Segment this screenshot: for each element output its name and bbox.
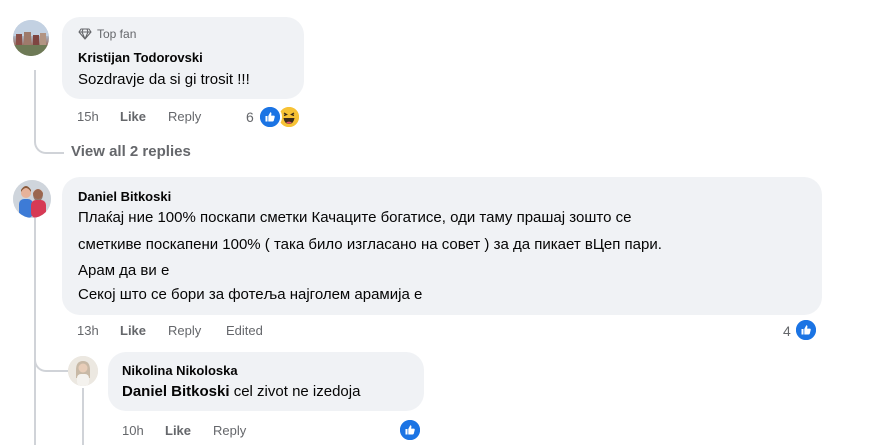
comment-timestamp[interactable]: 13h <box>77 323 99 339</box>
comment-text: Sozdravje da si gi trosit !!! <box>78 71 250 88</box>
avatar[interactable] <box>13 20 49 56</box>
reply-button[interactable]: Reply <box>168 323 201 339</box>
avatar[interactable] <box>68 356 98 386</box>
like-button[interactable]: Like <box>120 109 146 125</box>
reply-button[interactable]: Reply <box>168 109 201 125</box>
mention-link[interactable]: Daniel Bitkoski <box>122 383 230 400</box>
comment-author[interactable]: Daniel Bitkoski <box>78 189 171 205</box>
view-replies-link[interactable]: View all 2 replies <box>71 143 191 161</box>
thread-line <box>34 218 36 445</box>
diamond-icon <box>78 28 92 40</box>
reply-author[interactable]: Nikolina Nikoloska <box>122 363 238 379</box>
reply-text-body: cel zivot ne izedoja <box>229 383 361 400</box>
edited-label: Edited <box>226 323 263 338</box>
reply-text: Daniel Bitkoski cel zivot ne izedoja <box>122 380 360 404</box>
like-button[interactable]: Like <box>165 423 191 439</box>
reaction-count[interactable]: 4 <box>783 323 791 339</box>
avatar-photo-icon <box>13 180 51 218</box>
top-fan-badge: Top fan <box>78 27 136 41</box>
comment-text-line: Секој што се бори за фотеља најголем ара… <box>78 286 423 303</box>
thread-curve <box>34 348 69 372</box>
like-icon[interactable] <box>258 105 282 129</box>
avatar-photo-icon <box>68 356 98 386</box>
reply-button[interactable]: Reply <box>213 423 246 439</box>
comment-text-line: сметкиве поскапени 100% ( така било изгл… <box>78 236 662 253</box>
like-button[interactable]: Like <box>120 323 146 339</box>
comment-text-line: Арам да ви е <box>78 262 170 279</box>
avatar-photo-icon <box>13 20 49 56</box>
like-icon[interactable] <box>398 418 422 442</box>
avatar[interactable] <box>13 180 51 218</box>
reply-timestamp[interactable]: 10h <box>122 423 144 439</box>
badge-label: Top fan <box>97 27 137 41</box>
like-icon[interactable] <box>794 318 818 342</box>
thread-line <box>82 388 84 445</box>
comment-text-line: Плаќај ние 100% поскапи сметки Качаците … <box>78 209 632 226</box>
comment-timestamp[interactable]: 15h <box>77 109 99 125</box>
thread-curve <box>34 130 64 154</box>
reaction-count[interactable]: 6 <box>246 109 254 125</box>
comment-author[interactable]: Kristijan Todorovski <box>78 50 203 66</box>
